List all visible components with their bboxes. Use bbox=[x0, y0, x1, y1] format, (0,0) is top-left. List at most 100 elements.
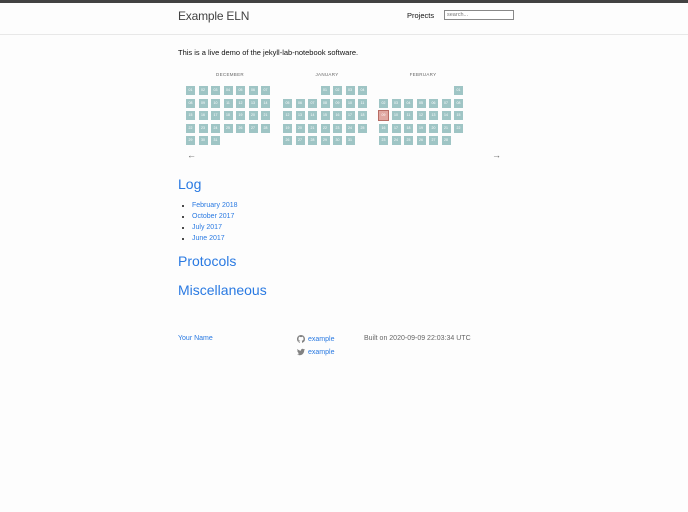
prev-month-arrow[interactable]: ← bbox=[187, 150, 196, 160]
calendar-day[interactable]: 25 bbox=[358, 123, 367, 133]
calendar-day[interactable]: 11 bbox=[358, 98, 367, 108]
calendar-day[interactable]: 19 bbox=[236, 111, 245, 120]
calendar-day[interactable]: 12 bbox=[416, 111, 426, 120]
calendar-day[interactable]: 24 bbox=[211, 123, 220, 133]
calendar-day[interactable]: 24 bbox=[391, 136, 401, 145]
calendar-day[interactable]: 14 bbox=[308, 111, 317, 120]
github-link[interactable]: example bbox=[297, 335, 334, 343]
calendar-day[interactable]: 14 bbox=[261, 98, 270, 108]
log-link[interactable]: June 2017 bbox=[192, 235, 225, 242]
calendar-day[interactable]: 31 bbox=[211, 136, 220, 145]
calendar-day[interactable]: 25 bbox=[404, 136, 413, 145]
calendar-day[interactable]: 16 bbox=[198, 111, 208, 120]
calendar-day[interactable]: 06 bbox=[429, 98, 438, 108]
calendar-day[interactable]: 27 bbox=[248, 123, 258, 133]
calendar-day[interactable]: 17 bbox=[391, 123, 401, 133]
calendar-day[interactable]: 29 bbox=[186, 136, 195, 145]
calendar-day[interactable]: 15 bbox=[186, 111, 195, 120]
calendar-day[interactable]: 23 bbox=[379, 136, 388, 145]
calendar-day[interactable]: 03 bbox=[345, 86, 355, 95]
calendar-day[interactable]: 13 bbox=[248, 98, 258, 108]
calendar-day[interactable]: 10 bbox=[345, 98, 355, 108]
calendar-day[interactable]: 08 bbox=[320, 98, 330, 108]
calendar-day[interactable]: 06 bbox=[248, 86, 258, 95]
calendar-day[interactable]: 11 bbox=[404, 111, 413, 120]
calendar-day[interactable]: 06 bbox=[295, 98, 305, 108]
calendar-day[interactable]: 20 bbox=[295, 123, 305, 133]
log-heading[interactable]: Log bbox=[178, 176, 201, 192]
calendar-day[interactable]: 16 bbox=[379, 123, 388, 133]
footer-name[interactable]: Your Name bbox=[178, 335, 213, 342]
calendar-day[interactable]: 19 bbox=[416, 123, 426, 133]
calendar-day[interactable]: 18 bbox=[404, 123, 413, 133]
calendar-day[interactable]: 26 bbox=[283, 136, 292, 145]
calendar-day[interactable]: 31 bbox=[345, 136, 355, 145]
calendar-day[interactable]: 09 bbox=[333, 98, 342, 108]
calendar-day[interactable]: 03 bbox=[211, 86, 220, 95]
calendar-day[interactable]: 28 bbox=[261, 123, 270, 133]
calendar-day-current[interactable]: 09 bbox=[378, 110, 389, 121]
calendar-day[interactable]: 05 bbox=[236, 86, 245, 95]
calendar-day[interactable]: 01 bbox=[186, 86, 195, 95]
calendar-day[interactable]: 30 bbox=[198, 136, 208, 145]
calendar-day[interactable]: 23 bbox=[333, 123, 342, 133]
calendar-day[interactable]: 24 bbox=[345, 123, 355, 133]
calendar-day[interactable]: 29 bbox=[320, 136, 330, 145]
calendar-day[interactable]: 13 bbox=[295, 111, 305, 120]
calendar-day[interactable]: 03 bbox=[391, 98, 401, 108]
twitter-link[interactable]: example bbox=[297, 348, 334, 356]
calendar-day[interactable]: 07 bbox=[308, 98, 317, 108]
calendar-day[interactable]: 28 bbox=[308, 136, 317, 145]
calendar-day[interactable]: 21 bbox=[261, 111, 270, 120]
log-link[interactable]: October 2017 bbox=[192, 213, 234, 220]
nav-projects[interactable]: Projects bbox=[407, 11, 434, 20]
calendar-day[interactable]: 04 bbox=[358, 86, 367, 95]
site-title[interactable]: Example ELN bbox=[178, 9, 249, 23]
calendar-day[interactable]: 26 bbox=[236, 123, 245, 133]
calendar-day[interactable]: 05 bbox=[416, 98, 426, 108]
calendar-day[interactable]: 17 bbox=[345, 111, 355, 120]
calendar-day[interactable]: 08 bbox=[186, 98, 195, 108]
calendar-day[interactable]: 21 bbox=[441, 123, 451, 133]
calendar-day[interactable]: 04 bbox=[223, 86, 233, 95]
calendar-day[interactable]: 14 bbox=[441, 111, 451, 120]
calendar-day[interactable]: 22 bbox=[454, 123, 463, 133]
log-link[interactable]: July 2017 bbox=[192, 224, 222, 231]
calendar-day[interactable]: 10 bbox=[391, 111, 401, 120]
calendar-day[interactable]: 11 bbox=[223, 98, 233, 108]
calendar-day[interactable]: 02 bbox=[379, 98, 388, 108]
calendar-day[interactable]: 12 bbox=[283, 111, 292, 120]
calendar-day[interactable]: 10 bbox=[211, 98, 220, 108]
calendar-day[interactable]: 27 bbox=[295, 136, 305, 145]
protocols-heading[interactable]: Protocols bbox=[178, 253, 236, 269]
search-input[interactable] bbox=[444, 10, 514, 20]
calendar-day[interactable]: 01 bbox=[320, 86, 330, 95]
calendar-day[interactable]: 05 bbox=[283, 98, 292, 108]
calendar-day[interactable]: 27 bbox=[429, 136, 438, 145]
log-link[interactable]: February 2018 bbox=[192, 202, 238, 209]
calendar-day[interactable]: 21 bbox=[308, 123, 317, 133]
calendar-day[interactable]: 15 bbox=[454, 111, 463, 120]
calendar-day[interactable]: 28 bbox=[441, 136, 451, 145]
calendar-day[interactable]: 01 bbox=[454, 86, 463, 95]
calendar-day[interactable]: 25 bbox=[223, 123, 233, 133]
calendar-day[interactable]: 17 bbox=[211, 111, 220, 120]
calendar-day[interactable]: 22 bbox=[320, 123, 330, 133]
calendar-day[interactable]: 18 bbox=[223, 111, 233, 120]
calendar-day[interactable]: 08 bbox=[454, 98, 463, 108]
calendar-day[interactable]: 20 bbox=[429, 123, 438, 133]
calendar-day[interactable]: 22 bbox=[186, 123, 195, 133]
calendar-day[interactable]: 18 bbox=[358, 111, 367, 120]
calendar-day[interactable]: 30 bbox=[333, 136, 342, 145]
calendar-day[interactable]: 20 bbox=[248, 111, 258, 120]
calendar-day[interactable]: 26 bbox=[416, 136, 426, 145]
calendar-day[interactable]: 23 bbox=[198, 123, 208, 133]
calendar-day[interactable]: 15 bbox=[320, 111, 330, 120]
calendar-day[interactable]: 02 bbox=[198, 86, 208, 95]
calendar-day[interactable]: 02 bbox=[333, 86, 342, 95]
calendar-day[interactable]: 04 bbox=[404, 98, 413, 108]
calendar-day[interactable]: 09 bbox=[198, 98, 208, 108]
calendar-day[interactable]: 13 bbox=[429, 111, 438, 120]
calendar-day[interactable]: 07 bbox=[441, 98, 451, 108]
misc-heading[interactable]: Miscellaneous bbox=[178, 282, 267, 298]
